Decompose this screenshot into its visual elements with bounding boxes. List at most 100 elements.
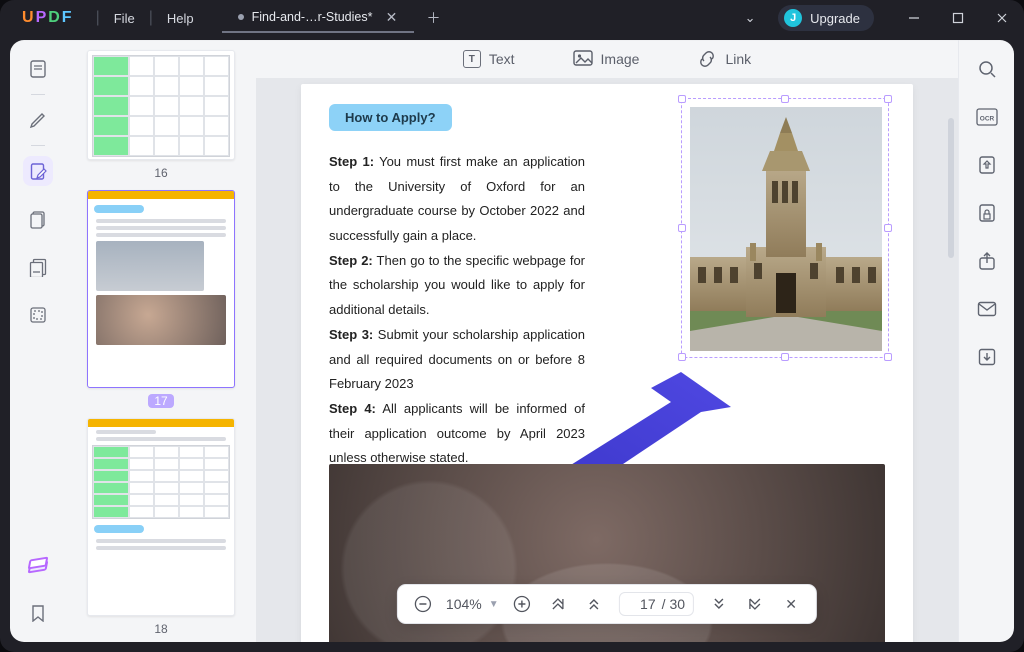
upgrade-label: Upgrade <box>810 11 860 26</box>
zoom-in-button[interactable] <box>507 589 537 619</box>
thumbnail-17[interactable]: 17 <box>87 190 235 408</box>
zoom-dropdown-icon[interactable]: ▼ <box>489 599 499 610</box>
tool-ocr[interactable]: OCR <box>972 102 1002 132</box>
tool-share[interactable] <box>972 246 1002 276</box>
thumbnail-label: 16 <box>154 166 167 180</box>
highlighter-icon <box>28 110 48 130</box>
search-icon <box>977 59 997 79</box>
resize-handle[interactable] <box>884 353 892 361</box>
resize-handle[interactable] <box>781 95 789 103</box>
edit-tool-image[interactable]: Image <box>573 50 640 68</box>
page-input-box[interactable]: / 30 <box>619 592 694 616</box>
new-tab-button[interactable]: ＋ <box>422 7 444 29</box>
left-tool-strip <box>10 40 66 642</box>
tool-protect[interactable] <box>23 300 53 330</box>
tool-reader[interactable] <box>23 54 53 84</box>
crop-icon <box>28 305 48 325</box>
scrollbar-thumb[interactable] <box>948 118 954 258</box>
edit-tool-text[interactable]: T Text <box>463 50 515 68</box>
tool-forms[interactable] <box>23 252 53 282</box>
ocr-icon: OCR <box>976 108 998 126</box>
tool-annotate[interactable] <box>23 105 53 135</box>
tool-search[interactable] <box>972 54 1002 84</box>
page-current-input[interactable] <box>628 595 658 613</box>
chevron-last-icon <box>747 596 763 612</box>
window-maximize-button[interactable] <box>936 0 980 36</box>
chevron-up-icon <box>586 596 602 612</box>
tab-indicator-icon <box>238 14 244 20</box>
lock-page-icon <box>977 203 997 223</box>
convert-icon <box>977 155 997 175</box>
edit-tool-label: Link <box>725 51 751 67</box>
page-separator: / <box>662 596 666 612</box>
section-heading: How to Apply? <box>329 104 452 131</box>
thumbnail-18[interactable]: 18 <box>87 418 235 636</box>
bookmark-icon <box>29 604 47 622</box>
scrollbar[interactable] <box>944 78 958 642</box>
dropdown-icon[interactable]: ⌄ <box>728 0 772 36</box>
tool-compress[interactable] <box>972 198 1002 228</box>
save-icon <box>977 347 997 367</box>
last-page-button[interactable] <box>740 589 770 619</box>
zoom-value: 104% <box>446 596 482 612</box>
upgrade-button[interactable]: J Upgrade <box>778 5 874 31</box>
zoom-in-icon <box>513 595 531 613</box>
pages-icon <box>28 209 48 229</box>
form-icon <box>28 257 48 277</box>
resize-handle[interactable] <box>884 95 892 103</box>
tool-email[interactable] <box>972 294 1002 324</box>
close-nav-button[interactable]: ✕ <box>776 589 806 619</box>
zoom-out-button[interactable] <box>408 589 438 619</box>
tool-save[interactable] <box>972 342 1002 372</box>
text-icon: T <box>463 50 481 68</box>
selected-image[interactable] <box>681 98 889 358</box>
document-tab[interactable]: Find-and-…r-Studies* ✕ <box>222 3 415 33</box>
menu-help[interactable]: Help <box>153 11 208 26</box>
first-page-button[interactable] <box>543 589 573 619</box>
edit-page-icon <box>28 161 48 181</box>
image-content <box>690 107 880 349</box>
tool-pages[interactable] <box>23 204 53 234</box>
thumbnail-label: 17 <box>148 394 173 408</box>
window-close-button[interactable] <box>980 0 1024 36</box>
image-icon <box>573 50 593 68</box>
resize-handle[interactable] <box>678 224 686 232</box>
mail-icon <box>977 301 997 317</box>
page-canvas[interactable]: How to Apply? Step 1: You must first mak… <box>301 84 913 642</box>
tool-edit[interactable] <box>23 156 53 186</box>
window-minimize-button[interactable] <box>892 0 936 36</box>
maximize-icon <box>952 12 964 24</box>
document-center: T Text Image Link How to Apply? Step 1: … <box>256 40 958 642</box>
share-icon <box>977 251 997 271</box>
chevron-down-icon <box>711 596 727 612</box>
zoom-display[interactable]: 104% ▼ <box>444 596 501 612</box>
resize-handle[interactable] <box>781 353 789 361</box>
thumbnail-16[interactable]: 16 <box>87 50 235 180</box>
link-icon <box>697 50 717 68</box>
resize-handle[interactable] <box>678 353 686 361</box>
avatar: J <box>784 9 802 27</box>
close-icon <box>996 12 1008 24</box>
prev-page-button[interactable] <box>579 589 609 619</box>
document-viewport[interactable]: How to Apply? Step 1: You must first mak… <box>256 78 958 642</box>
app-logo: UPDF <box>22 9 72 27</box>
edit-toolbar: T Text Image Link <box>256 40 958 78</box>
next-page-button[interactable] <box>704 589 734 619</box>
edit-tool-link[interactable]: Link <box>697 50 751 68</box>
resize-handle[interactable] <box>884 224 892 232</box>
resize-handle[interactable] <box>678 95 686 103</box>
page-icon <box>28 59 48 79</box>
tab-close-button[interactable]: ✕ <box>380 6 402 28</box>
tool-layers[interactable] <box>23 550 53 580</box>
menu-file[interactable]: File <box>100 11 149 26</box>
minimize-icon <box>908 12 920 24</box>
svg-text:OCR: OCR <box>979 116 994 123</box>
chevron-first-icon <box>550 596 566 612</box>
thumbnail-label: 18 <box>154 622 167 636</box>
tool-bookmark[interactable] <box>23 598 53 628</box>
tool-convert[interactable] <box>972 150 1002 180</box>
body-text: Step 1: You must first make an applicati… <box>329 150 585 471</box>
right-tool-strip: OCR <box>958 40 1014 642</box>
layers-icon <box>29 556 47 574</box>
edit-tool-label: Text <box>489 51 515 67</box>
